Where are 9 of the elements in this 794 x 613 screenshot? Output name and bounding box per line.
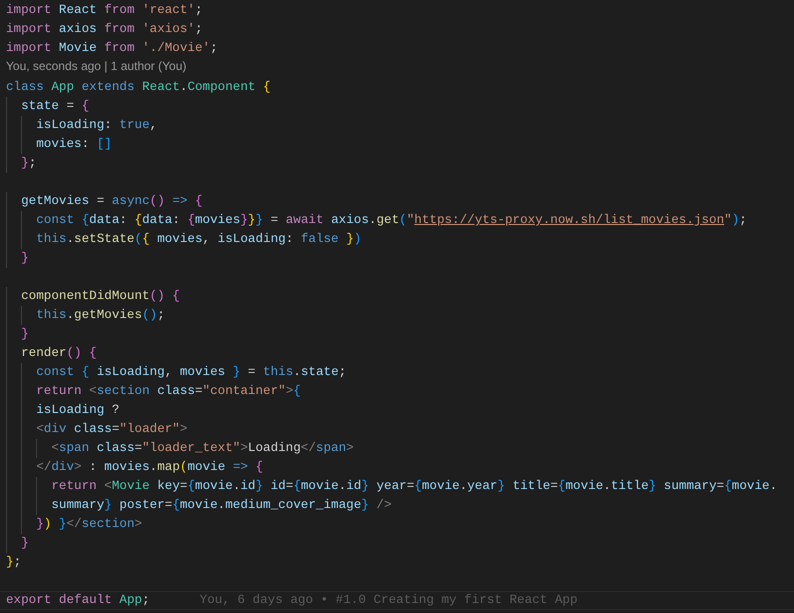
code-line: class App extends React.Component { bbox=[6, 79, 271, 96]
url-link[interactable]: https://yts-proxy.now.sh/list_movies.json bbox=[414, 213, 724, 227]
blame-annotation: You, 6 days ago • #1.0 Creating my first React App bbox=[200, 592, 578, 609]
code-line: import Movie from './Movie'; bbox=[6, 40, 218, 57]
code-line: export default App; bbox=[6, 592, 150, 609]
code-line: import React from 'react'; bbox=[6, 2, 203, 19]
blame-codelens[interactable]: You, seconds ago | 1 author (You) bbox=[6, 59, 186, 73]
code-line: import axios from 'axios'; bbox=[6, 21, 203, 38]
code-line: }; bbox=[6, 554, 22, 571]
